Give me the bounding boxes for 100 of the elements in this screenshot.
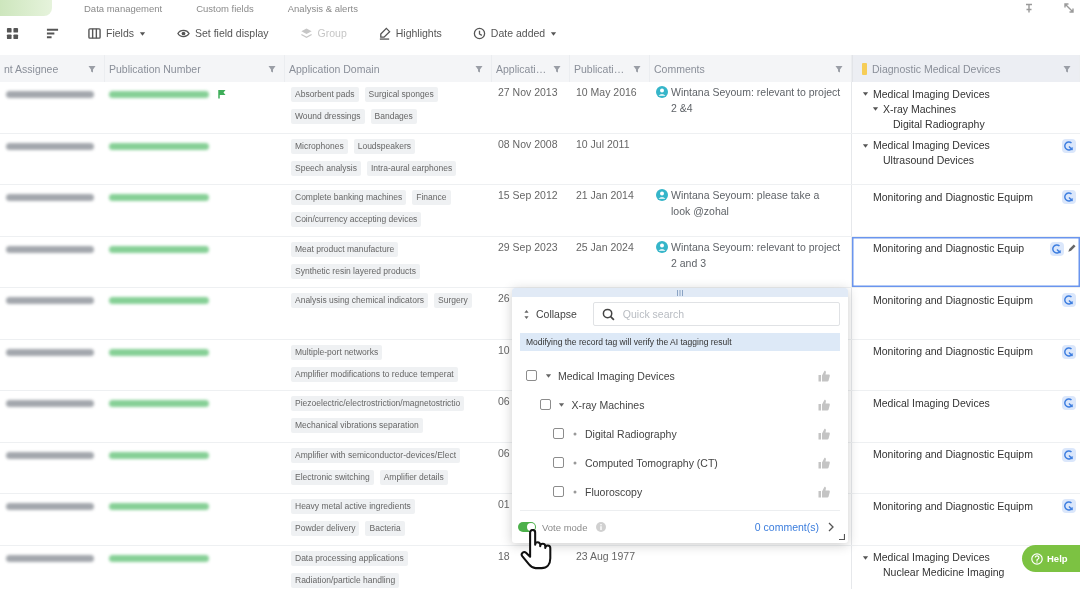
domain-tag: Amplifier modifications to reduce temperat bbox=[291, 366, 458, 382]
flag-icon[interactable] bbox=[217, 89, 227, 99]
circular-arrow-icon[interactable] bbox=[1062, 344, 1076, 359]
application-date: 27 Nov 2013 bbox=[498, 86, 558, 98]
checkbox[interactable] bbox=[553, 457, 564, 468]
collapse-button[interactable]: Collapse bbox=[524, 306, 577, 322]
category-label[interactable]: Monitoring and Diagnostic Equipm bbox=[873, 190, 1033, 203]
layers-icon bbox=[299, 26, 313, 40]
info-icon[interactable] bbox=[596, 522, 607, 532]
domain-tag: Powder delivery bbox=[291, 521, 360, 536]
blurred-link-drawing[interactable] bbox=[109, 451, 209, 459]
publication-date: 10 Jul 2011 bbox=[576, 137, 630, 150]
category-label[interactable]: X-ray Machines bbox=[571, 398, 645, 411]
category-label[interactable]: Digital Radiography bbox=[893, 117, 985, 130]
category-label[interactable]: Medical Imaging Devices bbox=[873, 396, 990, 409]
application-date: 10 bbox=[498, 343, 510, 356]
category-label[interactable]: Ultrasound Devices bbox=[883, 154, 975, 166]
bullet-icon bbox=[573, 460, 577, 465]
filter-icon[interactable] bbox=[475, 64, 483, 73]
bullet-icon bbox=[573, 431, 577, 436]
resize-handle-icon[interactable] bbox=[839, 534, 845, 540]
thumbs-up-icon[interactable] bbox=[818, 398, 830, 411]
avatar-icon bbox=[656, 189, 668, 201]
thumbs-up-icon[interactable] bbox=[818, 369, 830, 382]
category-label[interactable]: Fluoroscopy bbox=[585, 485, 643, 498]
collapse-icon bbox=[524, 308, 529, 320]
caret-icon[interactable] bbox=[862, 553, 869, 561]
filter-icon[interactable] bbox=[268, 64, 276, 73]
toolbar-button[interactable]: Set field display bbox=[173, 23, 273, 43]
domain-tag: Bacteria bbox=[365, 521, 405, 536]
tab[interactable]: Data management bbox=[82, 0, 165, 16]
domain-tag: Loudspeakers bbox=[353, 138, 416, 154]
dropdown-button[interactable]: Date added bbox=[468, 23, 562, 43]
checkbox[interactable] bbox=[553, 486, 564, 497]
comments-link[interactable]: 0 comment(s) bbox=[754, 521, 819, 533]
blurred-link-drawing[interactable] bbox=[109, 554, 209, 562]
checkbox[interactable] bbox=[539, 399, 551, 410]
domain-tag: Radiation/particle handling bbox=[291, 572, 400, 588]
circular-arrow-icon[interactable] bbox=[1062, 396, 1076, 410]
domain-tag: Electronic switching bbox=[291, 469, 374, 485]
checkbox[interactable] bbox=[526, 370, 537, 381]
tab[interactable]: Custom fields bbox=[194, 0, 256, 16]
blurred-link-drawing[interactable] bbox=[109, 142, 209, 150]
category-label[interactable]: Medical Imaging Devices bbox=[558, 369, 675, 382]
circular-arrow-icon[interactable] bbox=[1062, 293, 1076, 307]
category-label[interactable]: Nuclear Medicine Imaging bbox=[883, 566, 1005, 578]
search-icon bbox=[601, 307, 615, 321]
avatar-icon bbox=[656, 86, 668, 98]
domain-tag: Surgical sponges bbox=[364, 87, 438, 102]
question-icon bbox=[1031, 552, 1043, 565]
category-label[interactable]: Medical Imaging Devices bbox=[873, 87, 990, 100]
caret-icon[interactable] bbox=[872, 105, 879, 112]
drag-handle[interactable] bbox=[512, 288, 848, 297]
category-label[interactable]: Monitoring and Diagnostic Equip bbox=[873, 242, 1025, 254]
thumbs-up-icon[interactable] bbox=[818, 485, 830, 498]
clock-icon bbox=[472, 26, 486, 40]
thumbs-up-icon[interactable] bbox=[818, 456, 830, 469]
caret-icon[interactable] bbox=[862, 90, 869, 97]
dropdown-button[interactable]: Fields bbox=[84, 23, 150, 43]
blurred-link-drawing[interactable] bbox=[109, 245, 209, 253]
edit-icon[interactable] bbox=[1067, 244, 1076, 253]
tab[interactable]: Analysis & alerts bbox=[285, 0, 360, 16]
caret-icon[interactable] bbox=[862, 141, 869, 149]
caret-icon[interactable] bbox=[558, 401, 565, 408]
category-label[interactable]: Medical Imaging Devices bbox=[873, 551, 990, 563]
circular-arrow-icon[interactable] bbox=[1062, 138, 1076, 153]
caret-icon bbox=[550, 29, 558, 37]
category-label[interactable]: Monitoring and Diagnostic Equipm bbox=[873, 345, 1033, 357]
filter-icon[interactable] bbox=[835, 64, 843, 73]
category-label[interactable]: Monitoring and Diagnostic Equipm bbox=[873, 293, 1033, 306]
caret-icon[interactable] bbox=[544, 372, 552, 379]
pin-icon[interactable] bbox=[1024, 3, 1034, 13]
thumbs-up-icon[interactable] bbox=[818, 427, 830, 440]
filter-icon[interactable] bbox=[633, 64, 641, 73]
category-label[interactable]: Digital Radiography bbox=[585, 427, 677, 440]
category-label[interactable]: Medical Imaging Devices bbox=[873, 139, 990, 151]
application-date: 01 bbox=[498, 498, 510, 510]
application-date: 15 Sep 2012 bbox=[498, 189, 558, 201]
category-label[interactable]: X-ray Machines bbox=[883, 102, 956, 115]
filter-icon[interactable] bbox=[88, 64, 96, 73]
expand-icon[interactable] bbox=[1064, 3, 1074, 13]
search-field[interactable]: Quick search bbox=[592, 302, 840, 326]
chevron-right-icon[interactable] bbox=[828, 522, 834, 532]
filter-icon[interactable] bbox=[1063, 64, 1071, 73]
domain-tag: Heavy metal active ingredients bbox=[291, 499, 415, 514]
circular-arrow-icon[interactable] bbox=[1062, 447, 1076, 462]
publication-date: 21 Jan 2014 bbox=[576, 189, 634, 201]
category-label[interactable]: Computed Tomography (CT) bbox=[585, 456, 718, 469]
category-label[interactable]: Monitoring and Diagnostic Equipm bbox=[873, 499, 1033, 512]
selected-cell[interactable]: Monitoring and Diagnostic Equip bbox=[852, 236, 1080, 287]
circular-arrow-icon[interactable] bbox=[1062, 499, 1076, 513]
filter-icon[interactable] bbox=[553, 64, 561, 73]
domain-tag: Data processing applications bbox=[291, 550, 408, 566]
domain-tag: Analysis using chemical indicators bbox=[291, 293, 428, 308]
blurred-link-drawing[interactable] bbox=[109, 348, 209, 356]
category-label[interactable]: Monitoring and Diagnostic Equipm bbox=[873, 448, 1033, 460]
checkbox[interactable] bbox=[553, 428, 564, 439]
toolbar-button[interactable]: Highlights bbox=[373, 23, 446, 43]
circular-arrow-icon[interactable] bbox=[1050, 241, 1064, 256]
circular-arrow-icon[interactable] bbox=[1062, 190, 1076, 204]
